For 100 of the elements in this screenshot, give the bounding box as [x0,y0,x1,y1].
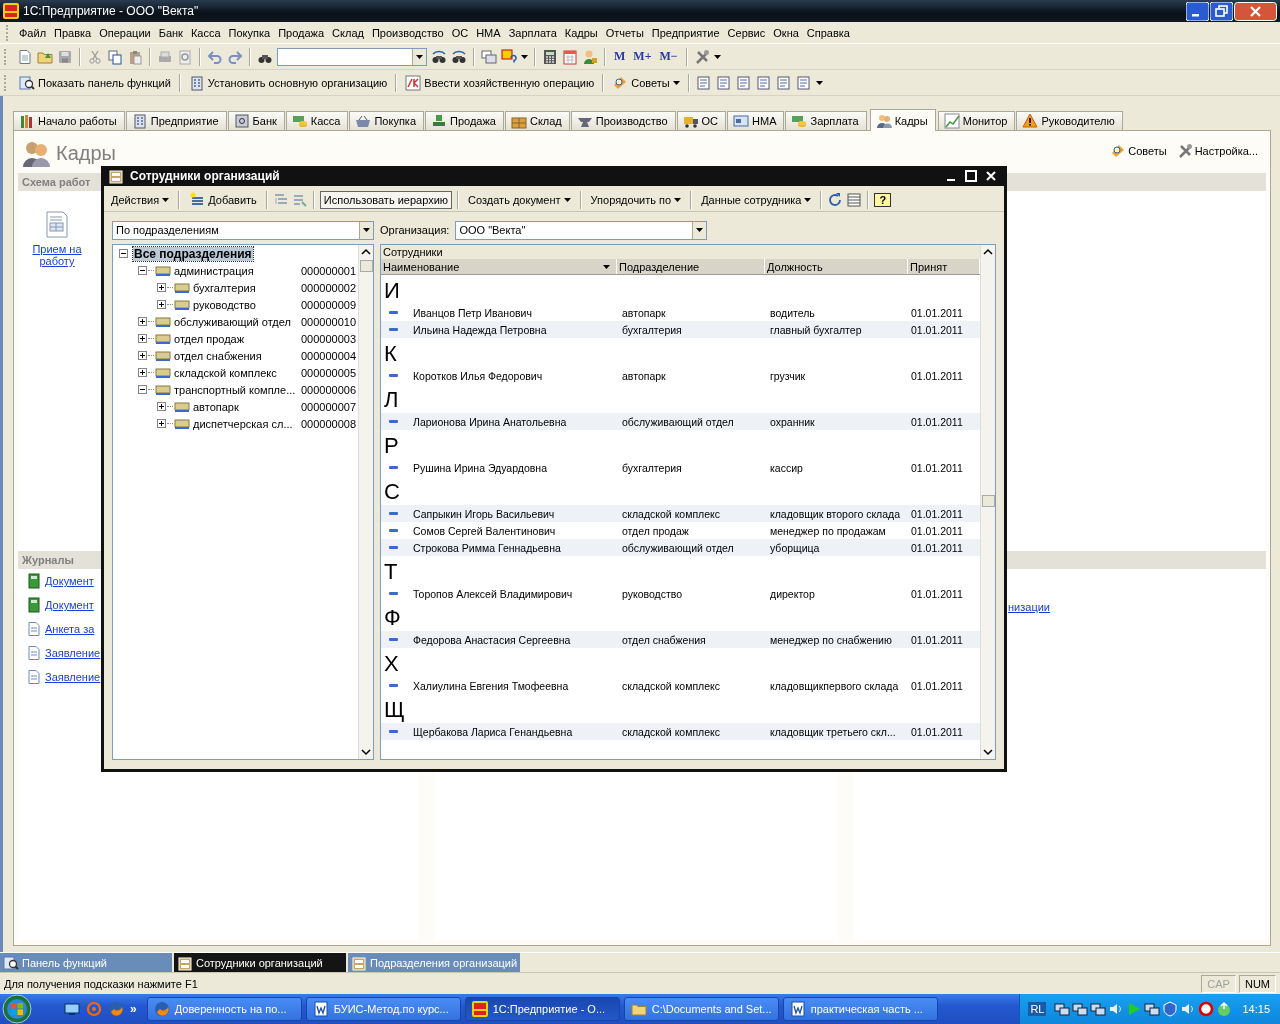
collapse-button[interactable] [138,266,147,275]
find-next-icon[interactable] [431,48,447,65]
header-link[interactable]: Советы [1110,143,1167,159]
caret-icon[interactable] [521,54,528,59]
menu-button[interactable]: Действия [107,190,174,209]
network-icon[interactable] [1144,1001,1161,1017]
tree-item[interactable]: складской комплекс [173,366,278,379]
menu-item[interactable]: Кадры [560,24,602,41]
network-icon[interactable] [1054,1001,1071,1017]
link[interactable]: Заявление [45,647,101,659]
report-icon[interactable] [715,74,732,91]
taskbar-button[interactable]: БУИС-Метод.по курс... [305,997,461,1021]
menu-item[interactable]: Сервис [723,24,770,41]
windows-icon[interactable] [481,48,497,65]
list-icon[interactable] [846,191,863,208]
expand-button[interactable] [138,334,147,343]
scroll-thumb[interactable] [981,495,995,507]
menu-item[interactable]: Файл [15,24,51,41]
scroll-thumb[interactable] [359,260,373,272]
user-lock-icon[interactable] [582,48,598,65]
expand-button[interactable] [138,317,147,326]
menu-item[interactable]: ОС [447,24,473,41]
report-icon[interactable] [695,74,712,91]
toolbar-button[interactable]: Ввести хозяйственную операцию [403,72,597,93]
desktop-icon[interactable] [64,1001,80,1017]
menu-item[interactable]: Отчеты [601,24,648,41]
language-indicator[interactable]: RL [1028,1002,1047,1016]
link[interactable]: Документ [45,599,94,611]
more-button[interactable]: » [130,1002,137,1016]
tree-item[interactable]: Все подразделения [133,246,253,261]
update-icon[interactable] [1216,1001,1233,1017]
tab[interactable]: Начало работы [13,111,125,130]
tab[interactable]: Монитор [937,111,1016,130]
tab[interactable]: Производство [570,111,676,130]
view-dropdown[interactable]: По подразделениям [112,220,374,240]
link[interactable]: Прием на работу [26,243,88,267]
tree-item[interactable]: отдел продаж [173,332,246,345]
menu-item[interactable]: Окна [769,24,803,41]
toolbar-button[interactable]: Установить основную организацию [186,72,390,93]
scrollbar[interactable] [358,245,373,759]
memory-button[interactable]: M− [657,49,680,64]
copy-icon[interactable] [107,48,123,65]
menu-item[interactable]: Покупка [224,24,275,41]
help-button[interactable]: ? [874,192,892,207]
undo-icon[interactable] [207,48,223,65]
tab[interactable]: Продажа [425,111,504,130]
tab[interactable]: Покупка [349,111,425,130]
menu-item[interactable]: Операции [95,24,155,41]
column-header[interactable]: Подразделение [617,259,765,274]
browser-icon[interactable] [108,1001,124,1017]
tree-item[interactable]: диспетчерская сл... [192,417,294,430]
close-button[interactable] [984,169,998,183]
tab[interactable]: Банк [227,111,285,130]
expand-button[interactable] [138,368,147,377]
link[interactable]: Документ [45,575,94,587]
network-icon[interactable] [1072,1001,1089,1017]
memory-button[interactable]: M [612,49,628,64]
menu-item[interactable]: НМА [472,24,505,41]
close-button[interactable] [1234,1,1277,21]
caret-icon[interactable] [603,264,610,269]
antivirus-icon[interactable] [1198,1001,1215,1017]
tab[interactable]: Предприятие [125,111,227,130]
caret-icon[interactable] [815,80,823,85]
taskbar-button[interactable]: 1С:Предприятие - О... [464,997,620,1021]
tab[interactable]: Склад [504,111,570,130]
tree-item[interactable]: администрация [173,264,255,277]
toolbar-button[interactable]: Советы [610,72,682,93]
report-icon[interactable] [775,74,792,91]
column-header[interactable]: Должность [765,259,908,274]
scrollbar[interactable] [980,245,995,759]
search-field[interactable] [277,47,427,66]
tab[interactable]: Зарплата [785,111,867,130]
taskbar-button[interactable]: практическая часть ... [782,997,938,1021]
find-previous-icon[interactable] [451,48,467,65]
new-document-icon[interactable] [17,48,33,65]
window-tab[interactable]: Сотрудники организаций [174,953,346,972]
menu-item[interactable]: Предприятие [647,24,724,41]
expand-button[interactable] [157,300,166,309]
collapse-button[interactable] [138,385,147,394]
expand-button[interactable] [157,402,166,411]
calendar-icon[interactable] [562,48,578,65]
network-icon[interactable] [1090,1001,1107,1017]
menu-item[interactable]: Справка [802,24,854,41]
menu-item[interactable]: Производство [367,24,448,41]
toggle-button[interactable]: Использовать иерархию [319,190,453,209]
collapse-button[interactable] [119,249,128,258]
report-icon[interactable] [755,74,772,91]
expand-button[interactable] [157,419,166,428]
menu-button[interactable]: Упорядочить по [586,190,686,209]
menu-item[interactable]: Касса [186,24,225,41]
menu-item[interactable]: Правка [50,24,96,41]
menu-item[interactable]: Продажа [274,24,329,41]
link[interactable]: низации [1008,601,1050,613]
report-icon[interactable] [735,74,752,91]
restore-button[interactable] [1210,1,1233,21]
link[interactable]: Заявление [45,671,101,683]
menu-button[interactable]: Данные сотрудника [697,190,816,209]
add-button[interactable]: Добавить [185,188,261,211]
paste-icon[interactable] [127,48,143,65]
organization-dropdown[interactable]: ООО "Векта" [455,220,708,240]
